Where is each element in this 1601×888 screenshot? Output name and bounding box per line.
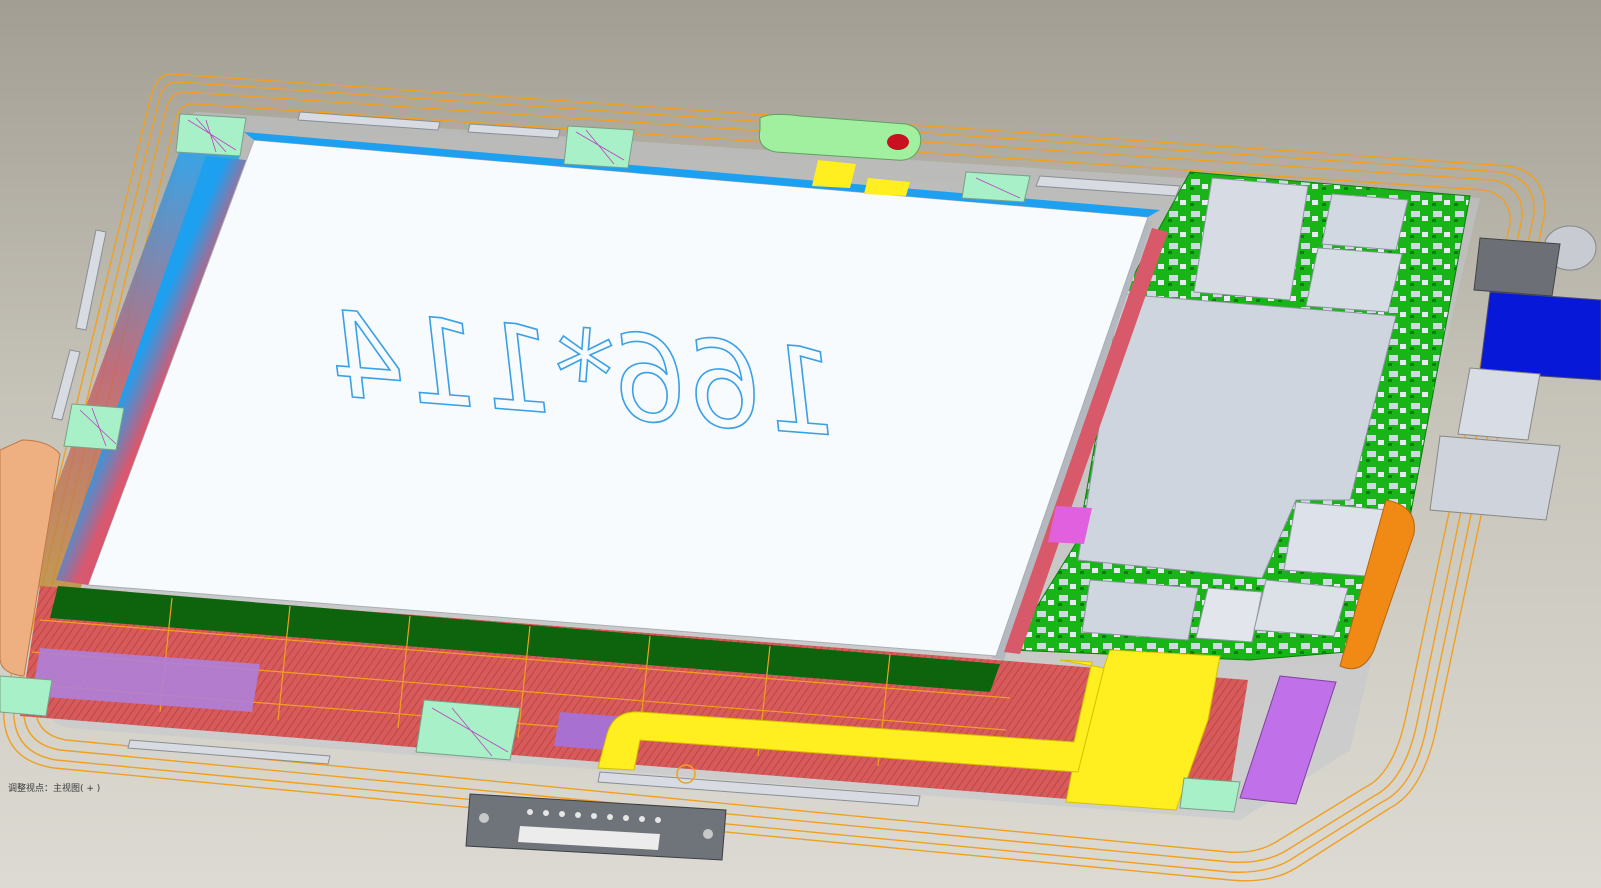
tablet-3d-model[interactable]: 166*114 [0, 0, 1601, 888]
model-viewport[interactable]: 166*114 [0, 0, 1601, 888]
pcb-component-icon[interactable] [465, 793, 727, 861]
status-text: 调整视点：主视图( + ) [8, 784, 101, 794]
